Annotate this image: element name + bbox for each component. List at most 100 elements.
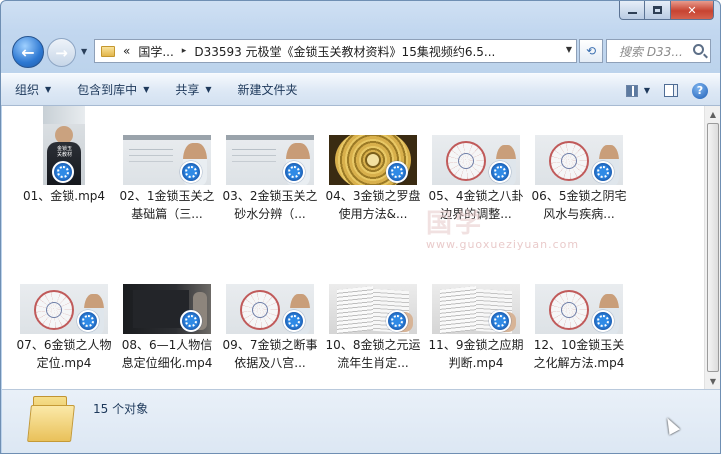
file-name[interactable]: 03、2金锁玉关之砂水分辨（... — [221, 187, 319, 224]
organize-button[interactable]: 组织 ▼ — [1, 81, 63, 98]
media-player-icon — [52, 161, 74, 183]
include-in-library-button[interactable]: 包含到库中 ▼ — [63, 81, 161, 98]
file-name[interactable]: 02、1金锁玉关之基础篇（三... — [118, 187, 216, 224]
file-item[interactable]: 10、8金锁之元运流年生肖定... — [324, 255, 422, 373]
video-thumbnail[interactable] — [221, 255, 319, 334]
media-player-icon — [180, 310, 202, 332]
folder-icon — [101, 45, 115, 57]
video-thumbnail[interactable] — [530, 106, 628, 185]
chevron-down-icon: ▼ — [205, 85, 212, 94]
caption-buttons: ✕ — [619, 1, 714, 20]
breadcrumb-current[interactable]: D33593 元极堂《金锁玉关教材资料》15集视频约6.5... — [194, 43, 495, 60]
file-name[interactable]: 11、9金锁之应期判断.mp4 — [427, 336, 525, 373]
file-name[interactable]: 06、5金锁之阴宅风水与疾病... — [530, 187, 628, 224]
item-count: 15 个对象 — [93, 402, 149, 416]
media-player-icon — [489, 310, 511, 332]
media-player-icon — [489, 161, 511, 183]
maximize-icon — [653, 6, 662, 14]
minimize-icon — [627, 12, 637, 14]
file-item[interactable]: 02、1金锁玉关之基础篇（三... — [118, 106, 216, 224]
file-item[interactable]: 07、6金锁之人物定位.mp4 — [15, 255, 113, 373]
refresh-button[interactable]: ⟲ — [579, 39, 603, 63]
media-player-icon — [592, 161, 614, 183]
vertical-scrollbar[interactable]: ▲ ▼ — [704, 106, 720, 389]
command-bar: 组织 ▼ 包含到库中 ▼ 共享 ▼ 新建文件夹 ▼ ? — [1, 73, 720, 106]
search-box[interactable]: 搜索 D33... — [606, 39, 711, 63]
address-dropdown-icon[interactable]: ▼ — [566, 45, 572, 54]
file-name[interactable]: 01、金锁.mp4 — [15, 187, 113, 224]
arrow-left-icon: ← — [21, 42, 35, 62]
video-thumbnail[interactable] — [221, 106, 319, 185]
breadcrumb-separator-icon[interactable]: ▸ — [182, 46, 187, 56]
media-player-icon — [386, 161, 408, 183]
file-item[interactable]: 09、7金锁之断事依据及八宫... — [221, 255, 319, 373]
preview-pane-icon[interactable] — [664, 84, 678, 97]
change-view-icon[interactable] — [625, 84, 638, 97]
include-in-library-label: 包含到库中 — [77, 83, 138, 97]
view-dropdown-icon[interactable]: ▼ — [644, 86, 650, 95]
breadcrumb-overflow[interactable]: « — [123, 44, 130, 58]
back-button[interactable]: ← — [12, 36, 44, 68]
video-thumbnail[interactable] — [427, 106, 525, 185]
folder-icon — [27, 396, 75, 442]
video-thumbnail[interactable] — [118, 106, 216, 185]
media-player-icon — [386, 310, 408, 332]
file-item[interactable]: 12、10金锁玉关之化解方法.mp4 — [530, 255, 628, 373]
media-player-icon — [77, 310, 99, 332]
video-thumbnail[interactable]: 金锁玉 关教材 — [15, 106, 113, 185]
scrollbar-thumb[interactable] — [707, 123, 719, 372]
file-name[interactable]: 07、6金锁之人物定位.mp4 — [15, 336, 113, 373]
file-item[interactable]: 金锁玉 关教材 01、金锁.mp4 — [15, 106, 113, 224]
address-bar[interactable]: « 国学... ▸ D33593 元极堂《金锁玉关教材资料》15集视频约6.5.… — [94, 39, 577, 63]
file-list[interactable]: 金锁玉 关教材 01、金锁.mp4 02、1金锁玉关之基础篇（三... 03、2… — [2, 106, 704, 389]
recent-pages-dropdown[interactable]: ▼ — [81, 47, 87, 56]
media-player-icon — [592, 310, 614, 332]
watermark: 国学 — [426, 209, 485, 239]
search-input[interactable]: 搜索 D33... — [619, 43, 683, 60]
scroll-up-icon[interactable]: ▲ — [705, 106, 720, 122]
scroll-down-icon[interactable]: ▼ — [705, 373, 720, 389]
organize-label: 组织 — [15, 83, 40, 97]
minimize-button[interactable] — [619, 1, 645, 20]
video-thumbnail[interactable] — [324, 255, 422, 334]
file-name[interactable]: 09、7金锁之断事依据及八宫... — [221, 336, 319, 373]
new-folder-label: 新建文件夹 — [237, 83, 298, 97]
breadcrumb-item[interactable]: 国学... — [138, 43, 173, 60]
chevron-down-icon: ▼ — [45, 85, 52, 94]
search-icon[interactable] — [693, 44, 704, 55]
help-icon[interactable]: ? — [692, 82, 708, 99]
file-item[interactable]: 04、3金锁之罗盘使用方法&... — [324, 106, 422, 224]
file-item[interactable]: 06、5金锁之阴宅风水与疾病... — [530, 106, 628, 224]
file-name[interactable]: 10、8金锁之元运流年生肖定... — [324, 336, 422, 373]
file-name[interactable]: 08、6—1人物信息定位细化.mp4 — [118, 336, 216, 373]
video-thumbnail[interactable] — [118, 255, 216, 334]
file-item[interactable]: 08、6—1人物信息定位细化.mp4 — [118, 255, 216, 373]
video-thumbnail[interactable] — [530, 255, 628, 334]
video-thumbnail[interactable] — [427, 255, 525, 334]
chevron-down-icon: ▼ — [143, 85, 150, 94]
video-thumbnail[interactable] — [15, 255, 113, 334]
media-player-icon — [283, 310, 305, 332]
close-icon: ✕ — [687, 3, 697, 17]
portrait-caption: 金锁玉 关教材 — [57, 146, 73, 158]
arrow-right-icon: → — [55, 43, 68, 62]
media-player-icon — [283, 161, 305, 183]
new-folder-button[interactable]: 新建文件夹 — [224, 81, 310, 98]
file-name[interactable]: 04、3金锁之罗盘使用方法&... — [324, 187, 422, 224]
explorer-window: ✕ ← → ▼ « 国学... ▸ D33593 元极堂《金锁玉关教材资料》15… — [0, 0, 721, 454]
file-item[interactable]: 03、2金锁玉关之砂水分辨（... — [221, 106, 319, 224]
toolbar-right: ▼ ? — [625, 74, 720, 107]
video-thumbnail[interactable] — [324, 106, 422, 185]
share-button[interactable]: 共享 ▼ — [161, 81, 223, 98]
details-pane: 15 个对象 — [2, 389, 720, 453]
media-player-icon — [180, 161, 202, 183]
maximize-button[interactable] — [645, 1, 671, 20]
refresh-icon: ⟲ — [585, 44, 597, 58]
forward-button[interactable]: → — [47, 38, 76, 67]
watermark-url: www.guoxueziyuan.com — [426, 238, 580, 251]
close-button[interactable]: ✕ — [671, 1, 714, 20]
file-name[interactable]: 12、10金锁玉关之化解方法.mp4 — [530, 336, 628, 373]
chevron-down-icon: ▼ — [81, 47, 88, 56]
file-item[interactable]: 11、9金锁之应期判断.mp4 — [427, 255, 525, 373]
share-label: 共享 — [175, 83, 200, 97]
